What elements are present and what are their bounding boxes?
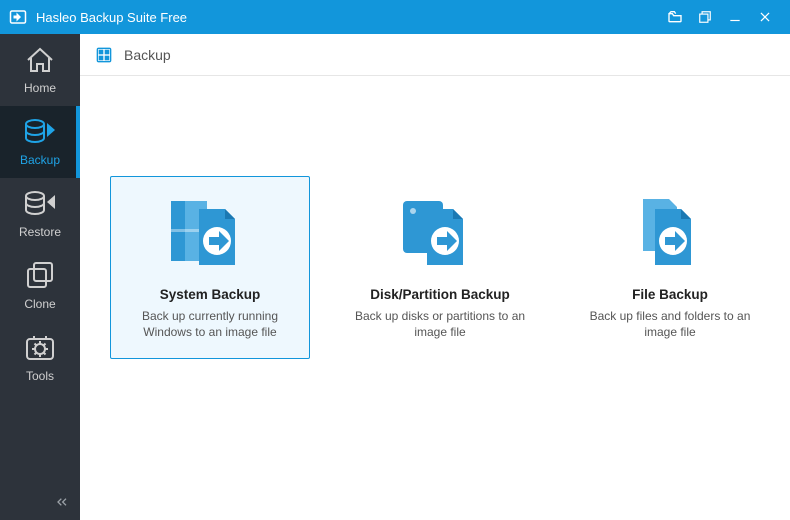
minimize-button[interactable] [720,0,750,34]
backup-icon [23,117,57,147]
sidebar-item-tools[interactable]: Tools [0,322,80,394]
sidebar-item-label: Clone [24,297,55,311]
grid-icon [96,47,112,63]
page-header: Backup [80,34,790,76]
close-button[interactable] [750,0,780,34]
clone-icon [23,261,57,291]
card-desc: Back up currently running Windows to an … [121,308,299,340]
restore-window-button[interactable] [690,0,720,34]
sidebar-item-clone[interactable]: Clone [0,250,80,322]
home-icon [23,45,57,75]
card-title: File Backup [581,287,759,302]
card-disk-partition-backup[interactable]: Disk/Partition Backup Back up disks or p… [340,176,540,359]
main-content: Backup [80,34,790,520]
app-logo-icon [8,7,28,27]
system-backup-icon [121,191,299,275]
file-backup-icon [581,191,759,275]
app-body: Home Backup Restore Clone [0,34,790,520]
app-title: Hasleo Backup Suite Free [36,10,187,25]
sidebar-item-restore[interactable]: Restore [0,178,80,250]
sidebar-item-label: Tools [26,369,54,383]
card-title: Disk/Partition Backup [351,287,529,302]
sidebar-item-label: Home [24,81,56,95]
backup-options: System Backup Back up currently running … [80,76,790,520]
restore-icon [23,189,57,219]
disk-backup-icon [351,191,529,275]
card-desc: Back up files and folders to an image fi… [581,308,759,340]
sidebar-item-backup[interactable]: Backup [0,106,80,178]
app-window: Hasleo Backup Suite Free Home [0,0,790,520]
card-title: System Backup [121,287,299,302]
card-desc: Back up disks or partitions to an image … [351,308,529,340]
sidebar-item-label: Backup [20,153,60,167]
card-file-backup[interactable]: File Backup Back up files and folders to… [570,176,770,359]
open-folder-button[interactable] [660,0,690,34]
sidebar: Home Backup Restore Clone [0,34,80,520]
card-system-backup[interactable]: System Backup Back up currently running … [110,176,310,359]
sidebar-collapse-button[interactable] [0,486,80,520]
sidebar-item-home[interactable]: Home [0,34,80,106]
tools-icon [23,333,57,363]
sidebar-item-label: Restore [19,225,61,239]
chevrons-left-icon [54,494,70,513]
titlebar: Hasleo Backup Suite Free [0,0,790,34]
page-title: Backup [124,47,171,63]
